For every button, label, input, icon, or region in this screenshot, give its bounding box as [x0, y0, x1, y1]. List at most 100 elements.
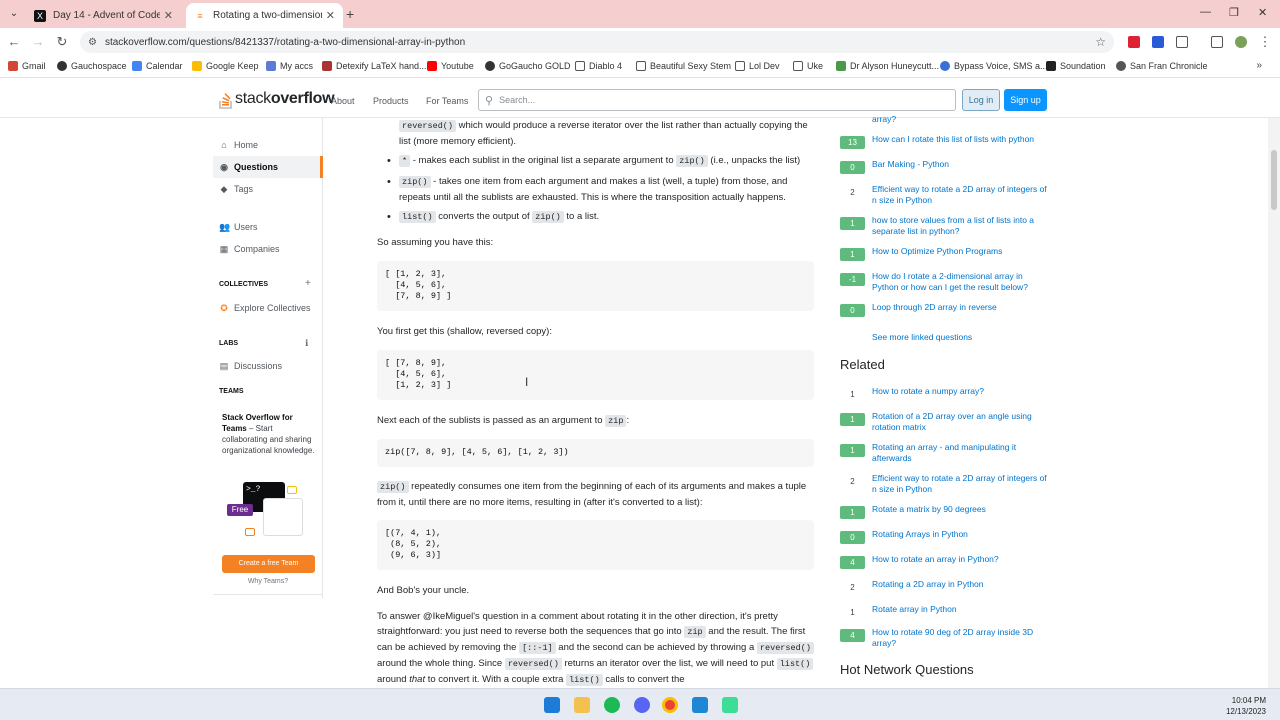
vscode-icon[interactable]	[692, 697, 708, 713]
gogaucho-icon	[485, 61, 495, 71]
chronicle-icon	[1116, 61, 1126, 71]
related-question-title[interactable]: Rotate a matrix by 90 degrees	[872, 504, 1050, 515]
why-teams-link[interactable]: Why Teams?	[213, 578, 323, 585]
sidebar-item-questions[interactable]: ◉ Questions	[213, 156, 323, 178]
start-icon[interactable]	[544, 697, 560, 713]
address-bar[interactable]: ⚙ stackoverflow.com/questions/8421337/ro…	[80, 31, 1114, 53]
scrollbar-thumb[interactable]	[1271, 150, 1277, 210]
extension-icon[interactable]	[1128, 36, 1140, 48]
profile-avatar-icon[interactable]	[1235, 36, 1247, 48]
signup-button[interactable]: Sign up	[1004, 89, 1047, 111]
bookmark-sf-chronicle[interactable]: San Fran Chronicle	[1116, 61, 1208, 71]
bookmark-diablo[interactable]: Diablo 4	[575, 61, 622, 71]
bookmark-gmail[interactable]: Gmail	[8, 61, 46, 71]
side-panel-icon[interactable]	[1211, 36, 1223, 48]
sidebar-item-home[interactable]: ⌂ Home	[213, 134, 323, 156]
close-icon[interactable]: ✕	[326, 9, 335, 22]
code-block: zip([7, 8, 9], [4, 5, 6], [1, 2, 3])	[377, 439, 814, 467]
linked-question-title[interactable]: array?	[872, 114, 1050, 125]
bookmark-youtube[interactable]: Youtube	[427, 61, 474, 71]
system-clock[interactable]: 10:04 PM 12/13/2023	[1226, 695, 1266, 717]
linked-question-title[interactable]: How can I rotate this list of lists with…	[872, 134, 1050, 145]
stackoverflow-logo[interactable]: stackoverflow	[219, 89, 335, 109]
linked-question-title[interactable]: How to Optimize Python Programs	[872, 246, 1050, 257]
forward-icon[interactable]: →	[29, 34, 47, 49]
minimize-icon[interactable]: —	[1200, 6, 1211, 18]
plus-icon[interactable]: +	[305, 278, 311, 289]
reload-icon[interactable]: ↻	[53, 34, 71, 50]
discord-icon[interactable]	[634, 697, 650, 713]
sidebar-item-tags[interactable]: ◆ Tags	[213, 178, 323, 200]
create-team-button[interactable]: Create a free Team	[222, 555, 315, 573]
bookmark-bypass-voice[interactable]: Bypass Voice, SMS a...	[940, 61, 1048, 71]
info-icon[interactable]: ℹ	[305, 338, 308, 349]
stackoverflow-logo-icon	[219, 89, 233, 109]
site-info-icon[interactable]: ⚙	[88, 37, 97, 48]
spotify-icon[interactable]	[604, 697, 620, 713]
browser-toolbar: ← → ↻ ⚙ stackoverflow.com/questions/8421…	[0, 28, 1280, 56]
related-question-title[interactable]: Rotation of a 2D array over an angle usi…	[872, 411, 1050, 433]
sidebar-item-users[interactable]: 👥 Users	[213, 216, 323, 238]
linked-question-title[interactable]: How do I rotate a 2-dimensional array in…	[872, 271, 1050, 293]
linked-question-title[interactable]: Bar Making - Python	[872, 159, 1050, 170]
chrome-icon[interactable]	[662, 697, 678, 713]
sidebar-item-companies[interactable]: ▦ Companies	[213, 238, 323, 260]
hot-network-heading: Hot Network Questions	[840, 662, 974, 677]
sidebar-item-explore-collectives[interactable]: ✪ Explore Collectives	[213, 297, 323, 319]
see-more-linked-link[interactable]: See more linked questions	[872, 332, 972, 342]
bookmark-detexify[interactable]: Detexify LaTeX hand...	[322, 61, 427, 71]
related-question-title[interactable]: Rotate array in Python	[872, 604, 1050, 615]
related-question-title[interactable]: How to rotate an array in Python?	[872, 554, 1050, 565]
new-tab-icon[interactable]: +	[346, 6, 354, 22]
related-question-title[interactable]: Rotating an array - and manipulating it …	[872, 442, 1050, 464]
close-window-icon[interactable]: ✕	[1258, 6, 1267, 19]
search-input[interactable]: ⚲ Search...	[478, 89, 956, 111]
tab-search-icon[interactable]: ⌄	[6, 6, 22, 22]
file-explorer-icon[interactable]	[574, 697, 590, 713]
tab-advent-of-code[interactable]: X Day 14 - Advent of Code 2023 ✕	[26, 3, 181, 28]
bookmark-my-accs[interactable]: My accs	[266, 61, 313, 71]
linked-question-title[interactable]: how to store values from a list of lists…	[872, 215, 1050, 237]
back-icon[interactable]: ←	[5, 34, 23, 49]
sidebar-item-discussions[interactable]: ▤ Discussions	[213, 355, 323, 377]
menu-icon[interactable]: ⋮	[1256, 34, 1274, 50]
tab-stackoverflow[interactable]: ≡ Rotating a two-dimensional arr ✕	[186, 3, 343, 28]
search-placeholder: Search...	[499, 95, 536, 105]
nav-for-teams[interactable]: For Teams	[426, 96, 468, 106]
vote-count: 1	[850, 390, 855, 399]
related-question-title[interactable]: How to rotate a numpy array?	[872, 386, 1050, 397]
bookmark-lol-dev[interactable]: Lol Dev	[735, 61, 780, 71]
vote-count: 1	[840, 217, 865, 230]
nav-products[interactable]: Products	[373, 96, 409, 106]
folder-icon	[735, 61, 745, 71]
inline-code: [::-1]	[519, 642, 556, 654]
related-question-title[interactable]: Efficient way to rotate a 2D array of in…	[872, 473, 1050, 495]
bookmarks-bar: Gmail Gauchospace Calendar Google Keep M…	[0, 56, 1280, 78]
bookmark-gauchospace[interactable]: Gauchospace	[57, 61, 127, 71]
more-bookmarks-icon[interactable]: »	[1256, 60, 1262, 71]
extensions-puzzle-icon[interactable]	[1176, 36, 1188, 48]
related-question-title[interactable]: Rotating a 2D array in Python	[872, 579, 1050, 590]
linked-question-title[interactable]: Efficient way to rotate a 2D array of in…	[872, 184, 1050, 206]
related-question-title[interactable]: Rotating Arrays in Python	[872, 529, 1050, 540]
bookmark-google-keep[interactable]: Google Keep	[192, 61, 259, 71]
nav-about[interactable]: About	[331, 96, 355, 106]
close-icon[interactable]: ✕	[164, 9, 173, 22]
vote-count: 4	[840, 556, 865, 569]
bookmark-uke[interactable]: Uke	[793, 61, 823, 71]
list-item: * - makes each sublist in the original l…	[399, 153, 814, 169]
bookmark-gogaucho[interactable]: GoGaucho GOLD	[485, 61, 571, 71]
related-question-title[interactable]: How to rotate 90 deg of 2D array inside …	[872, 627, 1050, 649]
bookmark-calendar[interactable]: Calendar	[132, 61, 183, 71]
extension-icon[interactable]	[1152, 36, 1164, 48]
vote-count: -1	[840, 273, 865, 286]
restore-icon[interactable]: ❐	[1229, 6, 1239, 19]
bookmark-dr-alyson[interactable]: Dr Alyson Huneycutt...	[836, 61, 939, 71]
bookmark-stem[interactable]: Beautiful Sexy Stem	[636, 61, 731, 71]
bookmark-soundation[interactable]: Soundation	[1046, 61, 1106, 71]
login-button[interactable]: Log in	[962, 89, 1000, 111]
linked-question-title[interactable]: Loop through 2D array in reverse	[872, 302, 1050, 313]
bookmark-star-icon[interactable]: ☆	[1095, 35, 1106, 49]
inline-code: reversed()	[756, 642, 814, 654]
terminal-app-icon[interactable]	[722, 697, 738, 713]
